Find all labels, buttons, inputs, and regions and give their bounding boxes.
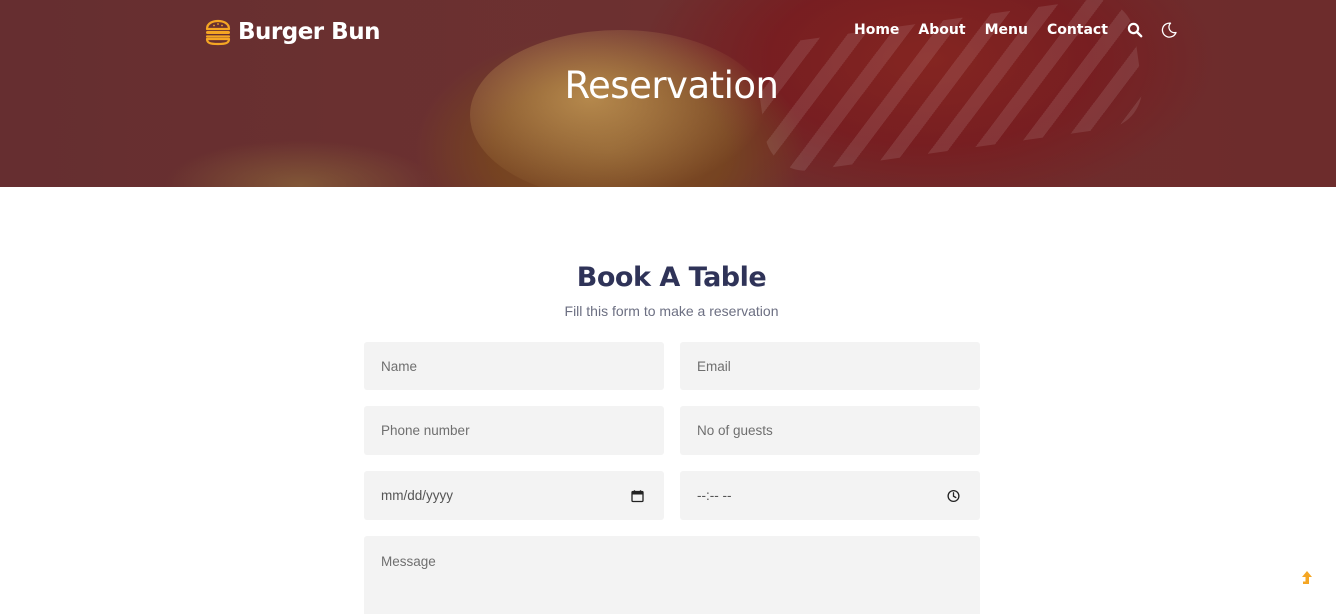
brand-logo[interactable]: Burger Bun — [204, 18, 380, 46]
main-nav: Home About Menu Contact — [854, 22, 1177, 38]
name-placeholder: Name — [381, 358, 418, 374]
date-input[interactable]: mm/dd/yyyy — [364, 471, 664, 520]
clock-icon[interactable] — [947, 489, 960, 502]
message-textarea[interactable]: Message — [364, 536, 980, 614]
page-title: Reservation — [564, 64, 779, 107]
form-title: Book A Table — [576, 262, 767, 293]
guests-input[interactable]: No of guests — [680, 406, 980, 455]
phone-input[interactable]: Phone number — [364, 406, 664, 455]
moon-icon[interactable] — [1161, 22, 1177, 38]
nav-link-home[interactable]: Home — [854, 22, 899, 38]
phone-placeholder: Phone number — [381, 423, 470, 438]
nav-link-contact[interactable]: Contact — [1047, 22, 1108, 38]
message-placeholder: Message — [381, 554, 436, 569]
hero-banner: Burger Bun Home About Menu Contact Reser… — [0, 0, 1336, 187]
search-icon[interactable] — [1127, 22, 1143, 38]
time-placeholder: --:-- -- — [697, 488, 732, 503]
email-placeholder: Email — [697, 358, 731, 374]
burger-icon — [205, 19, 231, 46]
calendar-icon[interactable] — [631, 489, 644, 502]
hero-background-image — [470, 30, 770, 187]
brand-name: Burger Bun — [238, 19, 380, 45]
email-input[interactable]: Email — [680, 342, 980, 390]
nav-link-menu[interactable]: Menu — [985, 22, 1028, 38]
arrow-up-icon[interactable] — [1299, 569, 1315, 589]
time-input[interactable]: --:-- -- — [680, 471, 980, 520]
guests-placeholder: No of guests — [697, 423, 773, 438]
name-input[interactable]: Name — [364, 342, 664, 390]
nav-link-about[interactable]: About — [918, 22, 965, 38]
form-subtitle: Fill this form to make a reservation — [564, 303, 779, 319]
date-placeholder: mm/dd/yyyy — [381, 488, 454, 503]
